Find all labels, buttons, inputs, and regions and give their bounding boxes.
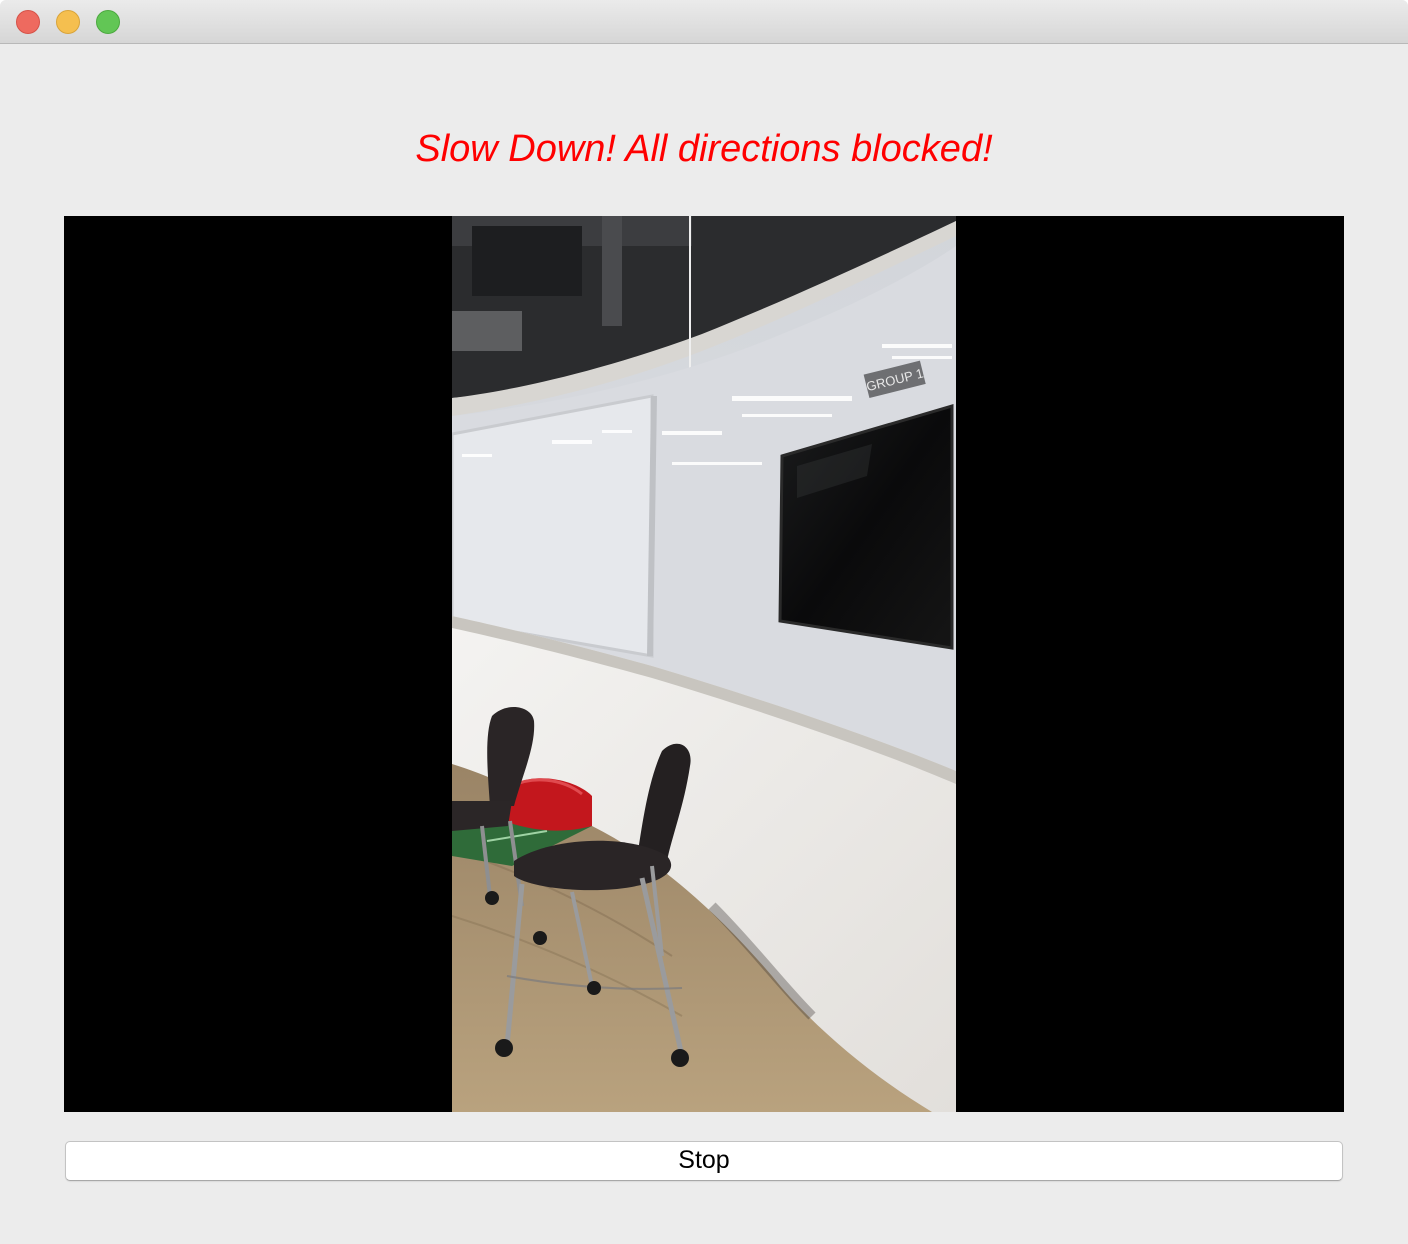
title-bar: [0, 0, 1408, 44]
status-warning: Slow Down! All directions blocked!: [415, 128, 993, 170]
camera-frame: GROUP 1: [452, 216, 956, 1112]
zoom-icon[interactable]: [96, 10, 120, 34]
close-icon[interactable]: [16, 10, 40, 34]
app-window: Slow Down! All directions blocked! GROUP…: [0, 0, 1408, 1244]
minimize-icon[interactable]: [56, 10, 80, 34]
stop-button[interactable]: Stop: [65, 1141, 1343, 1181]
camera-view: GROUP 1: [64, 216, 1344, 1112]
